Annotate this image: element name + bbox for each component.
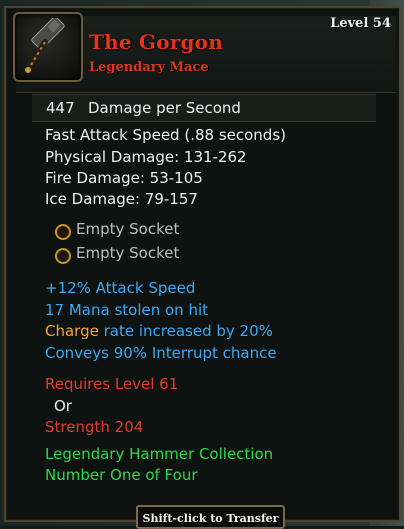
attack-speed-stat: Fast Attack Speed (.88 seconds) [45, 126, 286, 144]
item-level: Level 54 [330, 16, 391, 31]
ice-damage-stat: Ice Damage: 79-157 [45, 190, 198, 208]
item-name: The Gorgon [89, 30, 223, 54]
requirement-strength: Strength 204 [45, 418, 144, 436]
requirement-or: Or [54, 397, 72, 415]
magic-interrupt: Conveys 90% Interrupt chance [45, 344, 277, 362]
socket-label: Empty Socket [76, 244, 180, 262]
dps-label: Damage per Second [88, 99, 241, 117]
requirement-level: Requires Level 61 [45, 375, 179, 393]
set-collection: Legendary Hammer Collection [45, 445, 274, 463]
socket-label: Empty Socket [76, 220, 180, 238]
item-type: Legendary Mace [89, 60, 209, 75]
set-position: Number One of Four [45, 466, 198, 484]
hammer-icon [25, 18, 65, 73]
magic-mana-steal: 17 Mana stolen on hit [45, 301, 209, 319]
socket-icon [55, 224, 71, 240]
magic-charge-rate: Charge rate increased by 20% [45, 322, 273, 340]
transfer-hint: Shift-click to Transfer [136, 505, 285, 529]
magic-attack-speed: +12% Attack Speed [45, 279, 196, 297]
charge-word: Charge [45, 322, 99, 340]
dps-row: 447 Damage per Second [32, 94, 376, 122]
item-tooltip: The Gorgon Legendary Mace Level 54 447 D… [4, 6, 401, 522]
transfer-hint-label: Shift-click to Transfer [142, 512, 279, 525]
fire-damage-stat: Fire Damage: 53-105 [45, 169, 203, 187]
physical-damage-stat: Physical Damage: 131-262 [45, 148, 247, 166]
charge-rest: rate increased by 20% [103, 322, 273, 340]
socket-icon [55, 248, 71, 264]
item-slot [13, 12, 83, 82]
dps-value: 447 [46, 99, 75, 117]
